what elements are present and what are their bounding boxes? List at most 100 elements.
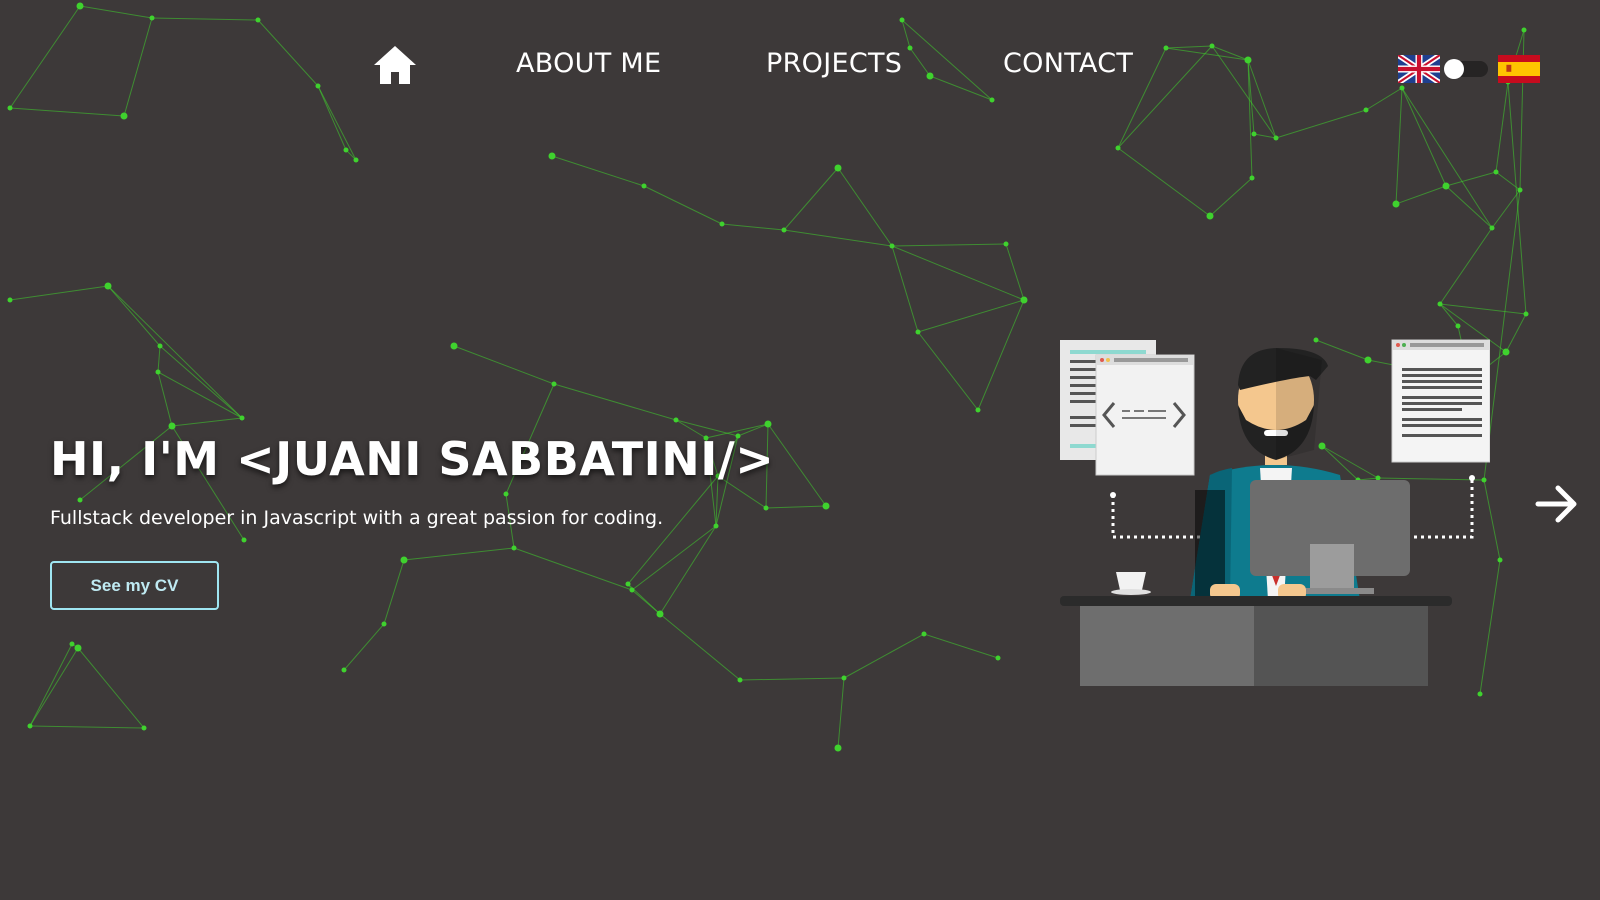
toggle-knob	[1444, 59, 1464, 79]
spain-flag-icon[interactable]	[1498, 55, 1540, 83]
network-node	[27, 723, 33, 729]
nav-about-me[interactable]: ABOUT ME	[516, 48, 661, 79]
arrow-right-icon[interactable]	[1534, 480, 1582, 528]
network-node	[353, 157, 359, 163]
network-link	[383, 559, 405, 625]
network-link	[643, 185, 723, 225]
network-link	[77, 647, 145, 729]
network-link	[891, 245, 1025, 301]
network-node	[400, 556, 408, 564]
network-node	[1523, 311, 1529, 317]
network-link	[837, 677, 845, 749]
network-link	[157, 371, 243, 419]
network-link	[157, 345, 161, 373]
hero-subtitle: Fullstack developer in Javascript with a…	[50, 507, 664, 529]
network-link	[891, 243, 1007, 247]
network-node	[1497, 557, 1503, 563]
network-node	[69, 641, 75, 647]
network-node	[1493, 169, 1499, 175]
network-link	[453, 345, 555, 385]
network-node	[1455, 323, 1461, 329]
network-link	[659, 613, 741, 681]
uk-flag-icon[interactable]	[1398, 55, 1440, 83]
network-node	[1020, 296, 1028, 304]
network-node	[764, 420, 772, 428]
network-node	[656, 610, 664, 618]
network-node	[548, 152, 556, 160]
network-node	[74, 644, 82, 652]
network-node	[157, 343, 163, 349]
language-toggle[interactable]	[1444, 59, 1488, 79]
network-link	[157, 371, 173, 427]
network-node	[641, 183, 647, 189]
network-node	[763, 505, 769, 511]
network-node	[737, 677, 743, 683]
network-link	[917, 299, 1025, 333]
network-link	[837, 167, 893, 247]
network-node	[511, 545, 517, 551]
network-node	[1003, 241, 1009, 247]
network-node	[168, 422, 176, 430]
network-link	[631, 525, 717, 591]
nav-projects[interactable]: PROJECTS	[766, 48, 902, 79]
network-link	[721, 223, 785, 231]
network-node	[673, 417, 679, 423]
network-link	[767, 423, 827, 507]
network-link	[1439, 303, 1527, 315]
network-link	[765, 505, 827, 509]
network-link	[107, 285, 161, 347]
network-link	[977, 299, 1025, 411]
network-node	[1115, 145, 1121, 151]
network-node	[450, 342, 458, 350]
network-link	[553, 383, 677, 421]
network-link	[1505, 313, 1527, 353]
network-node	[995, 655, 1001, 661]
network-link	[627, 475, 719, 585]
network-link	[1117, 147, 1211, 217]
network-node	[381, 621, 387, 627]
network-node	[834, 744, 842, 752]
network-node	[921, 631, 927, 637]
network-link	[513, 547, 633, 591]
network-node	[503, 491, 509, 497]
network-node	[104, 282, 112, 290]
network-node	[241, 537, 247, 543]
network-link	[659, 525, 717, 615]
network-node	[1437, 301, 1443, 307]
network-node	[834, 164, 842, 172]
top-navigation: ABOUT ME PROJECTS CONTACT	[0, 0, 1600, 140]
network-link	[403, 547, 515, 561]
network-node	[551, 381, 557, 387]
network-link	[29, 725, 145, 729]
network-node	[7, 297, 13, 303]
network-node	[1249, 175, 1255, 181]
network-link	[891, 245, 919, 333]
network-link	[1439, 227, 1493, 305]
network-node	[713, 523, 719, 529]
network-node	[155, 369, 161, 375]
network-node	[1442, 182, 1450, 190]
network-node	[1392, 200, 1400, 208]
network-node	[841, 675, 847, 681]
network-link	[783, 167, 839, 231]
network-link	[1445, 171, 1497, 187]
network-node	[625, 581, 631, 587]
network-link	[551, 155, 645, 187]
network-node	[1489, 225, 1495, 231]
hero-title: HI, I'M <JUANI SABBATINI/>	[50, 432, 775, 486]
network-node	[341, 667, 347, 673]
developer-illustration	[1060, 339, 1490, 686]
network-link	[343, 623, 385, 671]
network-node	[77, 497, 83, 503]
network-link	[9, 285, 109, 301]
network-node	[915, 329, 921, 335]
nav-contact[interactable]: CONTACT	[1003, 48, 1133, 79]
nav-home-button[interactable]	[372, 44, 418, 86]
network-link	[1005, 243, 1025, 301]
network-link	[107, 285, 243, 419]
network-link	[159, 345, 243, 419]
network-node	[889, 243, 895, 249]
network-link	[739, 677, 845, 681]
home-icon	[374, 46, 416, 84]
see-cv-button[interactable]: See my CV	[50, 561, 219, 610]
